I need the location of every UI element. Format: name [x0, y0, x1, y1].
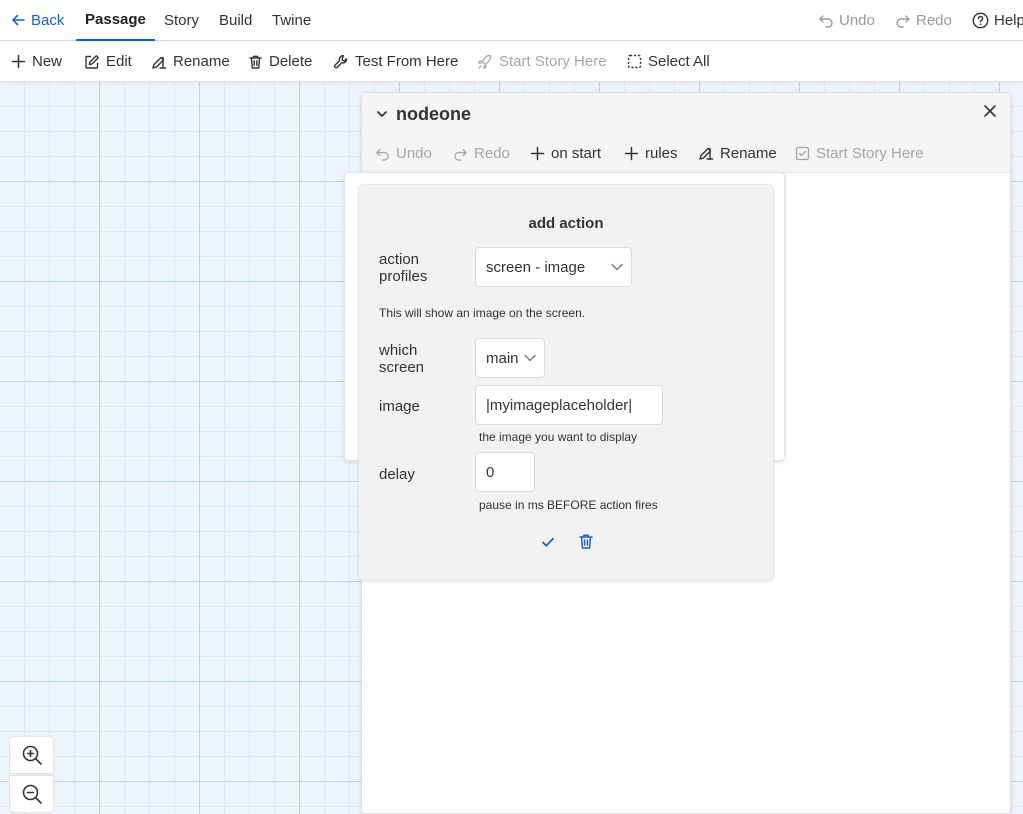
plus-icon	[11, 54, 26, 69]
dialog-undo-button[interactable]: Undo	[375, 141, 432, 165]
rename-passage-button[interactable]: Rename	[151, 41, 230, 82]
image-label: image	[379, 398, 420, 415]
select-all-label: Select All	[648, 53, 710, 70]
which-screen-label-line2: screen	[379, 359, 425, 376]
test-from-here-label: Test From Here	[355, 53, 459, 70]
image-help: the image you want to display	[479, 430, 638, 444]
start-story-here-label: Start Story Here	[499, 53, 607, 70]
redo-button[interactable]: Redo	[895, 0, 952, 40]
close-icon	[984, 105, 996, 117]
image-input[interactable]: |myimageplaceholder|	[475, 385, 663, 425]
rules-label: rules	[645, 144, 678, 162]
tab-build[interactable]: Build	[219, 0, 252, 40]
undo-button[interactable]: Undo	[818, 0, 875, 40]
action-profiles-label: action profiles	[379, 251, 427, 285]
which-screen-label-line1: which	[379, 342, 418, 359]
image-input-value: |myimageplaceholder|	[486, 396, 633, 414]
trash-icon	[249, 55, 262, 69]
edit-passage-button[interactable]: Edit	[84, 41, 132, 82]
redo-icon	[896, 15, 910, 28]
checkmark-icon	[542, 537, 554, 547]
delay-label: delay	[379, 466, 415, 483]
redo-label: Redo	[916, 11, 952, 29]
zoom-in-icon	[22, 745, 42, 765]
dialog-start-story-here-label: Start Story Here	[816, 144, 924, 162]
chevron-down-icon	[611, 263, 623, 271]
top-navigation: Back Passage Story Build Twine Undo Redo…	[0, 0, 1023, 41]
action-profiles-label-line1: action	[379, 251, 420, 268]
delay-input-value: 0	[486, 463, 495, 481]
start-story-here-button[interactable]: Start Story Here	[477, 41, 607, 82]
rocket-icon	[477, 54, 492, 69]
confirm-action-button[interactable]	[540, 534, 556, 550]
add-action-panel: add action action profiles screen - imag…	[358, 184, 774, 581]
undo-icon	[819, 15, 833, 28]
new-passage-button[interactable]: New	[11, 41, 62, 82]
select-all-button[interactable]: Select All	[627, 41, 710, 82]
delay-help: pause in ms BEFORE action fires	[479, 498, 658, 512]
plus-icon	[530, 146, 545, 160]
chevron-down-icon	[524, 354, 536, 362]
checkbox-icon	[795, 146, 810, 160]
dialog-redo-label: Redo	[474, 144, 510, 162]
action-profiles-value: screen - image	[486, 258, 586, 276]
new-label: New	[32, 53, 63, 70]
trash-icon	[579, 534, 593, 549]
rename-icon	[699, 147, 714, 160]
add-on-start-button[interactable]: on start	[530, 141, 601, 165]
zoom-in-button[interactable]	[9, 736, 54, 774]
wrench-icon	[333, 54, 348, 68]
zoom-out-button[interactable]	[9, 775, 54, 813]
on-start-label: on start	[551, 144, 602, 162]
which-screen-label: which screen	[379, 342, 424, 376]
help-label: Help	[994, 11, 1023, 29]
add-action-title: add action	[528, 215, 604, 232]
zoom-out-icon	[22, 784, 42, 804]
redo-icon	[454, 148, 467, 161]
help-button[interactable]: Help	[972, 0, 1023, 40]
delete-action-button[interactable]	[578, 533, 594, 550]
action-profiles-select[interactable]: screen - image	[475, 247, 632, 287]
profile-description: This will show an image on the screen.	[379, 306, 586, 320]
action-profiles-label-line2: profiles	[379, 268, 428, 285]
dialog-start-story-here-checkbox[interactable]: Start Story Here	[795, 141, 924, 165]
edit-icon	[85, 54, 99, 69]
delete-label: Delete	[269, 53, 313, 70]
rename-label: Rename	[173, 53, 230, 70]
dialog-undo-label: Undo	[396, 144, 432, 162]
dialog-redo-button[interactable]: Redo	[453, 141, 510, 165]
delay-input[interactable]: 0	[475, 452, 535, 492]
passage-toolbar: New Edit Rename Delete Test From Here St…	[0, 41, 1023, 82]
undo-icon	[376, 148, 389, 161]
rename-icon	[152, 56, 167, 69]
help-icon	[972, 12, 989, 28]
close-dialog-button[interactable]	[982, 103, 998, 119]
chevron-down-icon	[377, 111, 387, 117]
dialog-title: nodeone	[396, 103, 471, 124]
dialog-rename-label: Rename	[720, 144, 777, 162]
dialog-title-toggle[interactable]: nodeone	[376, 101, 471, 127]
tab-passage[interactable]: Passage	[76, 0, 155, 41]
tab-twine[interactable]: Twine	[272, 0, 311, 40]
back-button[interactable]: Back	[10, 0, 64, 40]
add-rules-button[interactable]: rules	[624, 141, 678, 165]
dialog-header: nodeone Undo Redo on start rules Rename …	[362, 93, 1010, 173]
delete-passage-button[interactable]: Delete	[248, 41, 312, 82]
select-all-icon	[627, 54, 642, 69]
which-screen-select[interactable]: main	[475, 338, 545, 378]
dialog-rename-button[interactable]: Rename	[698, 141, 777, 165]
test-from-here-button[interactable]: Test From Here	[333, 41, 458, 82]
arrow-left-icon	[12, 14, 25, 26]
back-label: Back	[31, 11, 65, 29]
plus-icon	[624, 146, 639, 160]
tab-story[interactable]: Story	[164, 0, 199, 40]
edit-label: Edit	[106, 53, 132, 70]
which-screen-value: main	[486, 349, 519, 367]
undo-label: Undo	[839, 11, 875, 29]
